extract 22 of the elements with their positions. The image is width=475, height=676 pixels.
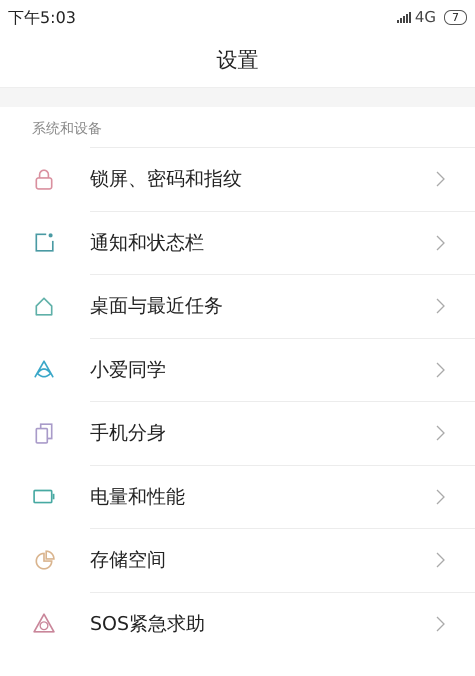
settings-item[interactable]: 锁屏、密码和指纹 — [90, 165, 242, 194]
settings-item[interactable]: SOS紧急求助 — [90, 610, 206, 638]
settings-item[interactable]: 电量和性能 — [90, 482, 185, 511]
chevron-icon — [436, 425, 445, 442]
settings-item[interactable]: 存储空间 — [90, 546, 166, 574]
settings-item[interactable]: 桌面与最近任务 — [90, 292, 223, 320]
signal-icon — [396, 12, 411, 23]
battery-level: 7 — [444, 10, 467, 25]
status-time: 下午5:03 — [8, 6, 76, 28]
network-type: 4G — [414, 7, 436, 28]
settings-item[interactable]: 小爱同学 — [90, 356, 166, 384]
chevron-icon — [436, 171, 445, 188]
chevron-icon — [436, 234, 445, 251]
chevron-icon — [436, 616, 445, 632]
chevron-icon — [436, 552, 445, 568]
settings-item[interactable]: 手机分身 — [90, 419, 166, 448]
section-title: 系统和设备 — [32, 121, 102, 137]
settings-item[interactable]: 通知和状态栏 — [90, 228, 204, 257]
chevron-icon — [436, 362, 445, 378]
chevron-icon — [436, 488, 445, 505]
page-title: 设置 — [216, 47, 258, 74]
chevron-icon — [436, 298, 445, 314]
